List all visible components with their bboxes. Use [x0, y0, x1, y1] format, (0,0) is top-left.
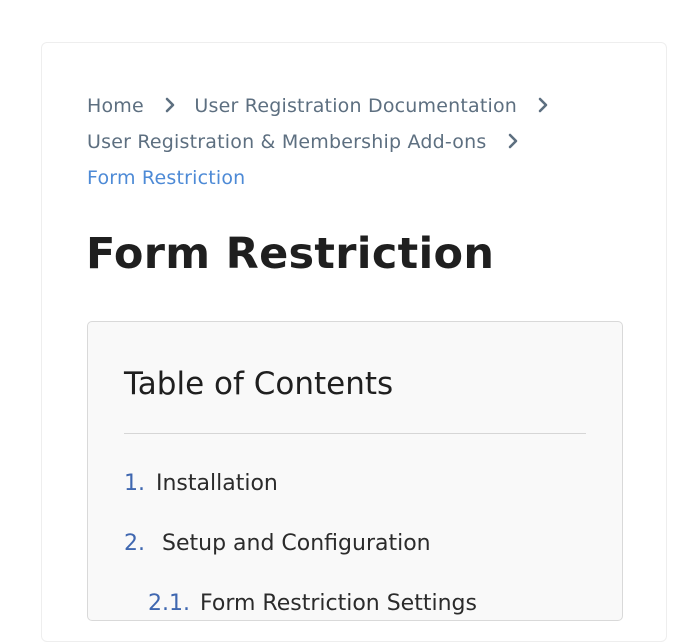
toc-item-number: 1. [124, 471, 145, 496]
chevron-right-icon [539, 97, 548, 113]
page-title: Form Restriction [86, 229, 495, 279]
chevron-right-icon [508, 133, 518, 149]
breadcrumb-home-link[interactable]: Home [87, 95, 144, 117]
toc-item-installation[interactable]: 1. Installation [124, 469, 278, 499]
breadcrumb-current[interactable]: Form Restriction [87, 167, 245, 189]
breadcrumb: Home User Registration Documentation Use… [87, 88, 647, 196]
toc-divider [124, 433, 586, 434]
toc-item-label: Setup and Configuration [162, 531, 431, 556]
toc-title: Table of Contents [124, 366, 394, 402]
breadcrumb-documentation-link[interactable]: User Registration Documentation [194, 95, 517, 117]
chevron-right-icon [165, 97, 175, 113]
breadcrumb-addons-link[interactable]: User Registration & Membership Add-ons [87, 131, 486, 153]
breadcrumb-line-3: Form Restriction [87, 160, 647, 196]
toc-item-label: Installation [156, 471, 278, 496]
toc-item-number: 2. [124, 531, 145, 556]
breadcrumb-line-2: User Registration & Membership Add-ons [87, 124, 647, 160]
toc-item-form-restriction-settings[interactable]: 2.1. Form Restriction Settings [148, 589, 477, 619]
toc-item-setup-and-configuration[interactable]: 2. Setup and Configuration [124, 529, 431, 559]
toc-item-number: 2.1. [148, 591, 190, 616]
breadcrumb-line-1: Home User Registration Documentation [87, 88, 647, 124]
